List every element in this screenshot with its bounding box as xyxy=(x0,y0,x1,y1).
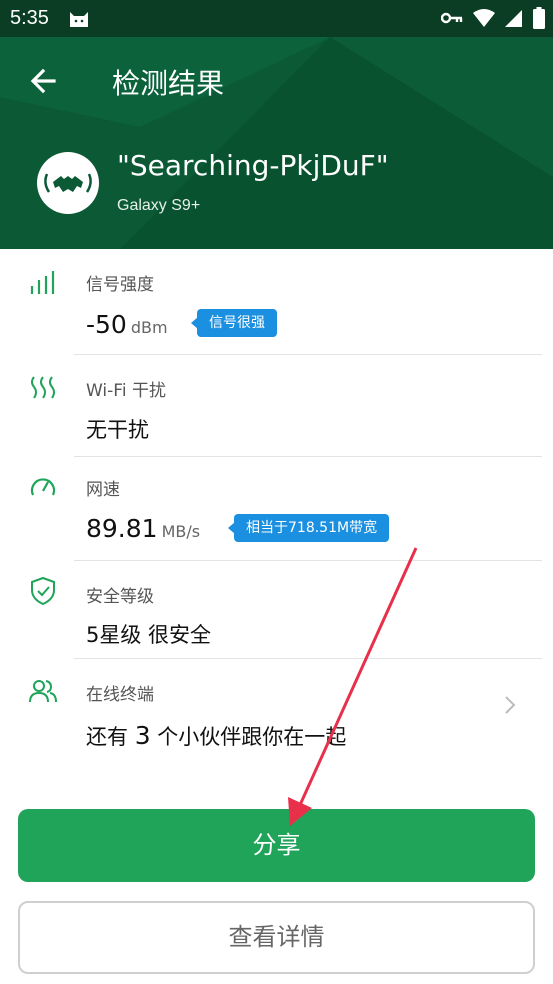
divider xyxy=(74,560,542,561)
view-details-button[interactable]: 查看详情 xyxy=(18,901,535,974)
chevron-right-icon[interactable] xyxy=(500,693,520,717)
wifi-icon xyxy=(473,9,495,27)
divider xyxy=(74,354,542,355)
device-name: Galaxy S9+ xyxy=(117,197,201,214)
speed-tag: 相当于718.51M带宽 xyxy=(227,514,390,542)
status-time: 5:35 xyxy=(10,7,49,29)
divider xyxy=(74,456,542,457)
cat-app-icon xyxy=(70,12,88,27)
share-button[interactable]: 分享 xyxy=(18,809,535,882)
signal-tag: 信号很强 xyxy=(191,309,277,337)
security-label: 安全等级 xyxy=(86,587,154,607)
divider xyxy=(74,658,542,659)
result-header: 检测结果 "Searching-PkjDuF" Galaxy S9+ xyxy=(0,37,553,249)
speedometer-icon xyxy=(30,478,56,496)
interference-value: 无干扰 xyxy=(86,418,149,442)
interference-waves-icon xyxy=(31,376,55,399)
router-avatar xyxy=(37,152,99,214)
page-title: 检测结果 xyxy=(112,67,225,100)
signal-unit: dBm xyxy=(130,318,168,337)
bat-logo-icon xyxy=(44,173,92,193)
network-ssid: "Searching-PkjDuF" xyxy=(117,149,389,182)
signal-label: 信号强度 xyxy=(86,275,154,295)
security-value: 5星级 很安全 xyxy=(86,623,212,647)
interference-label: Wi-Fi 干扰 xyxy=(86,381,166,401)
shield-check-icon xyxy=(31,576,55,606)
signal-value: -50 dBm xyxy=(86,310,168,339)
signal-bars-icon xyxy=(30,271,55,294)
devices-value: 还有 3 个小伙伴跟你在一起 xyxy=(86,721,346,751)
signal-number: -50 xyxy=(86,310,127,339)
speed-unit: MB/s xyxy=(161,522,201,541)
status-bar: 5:35 xyxy=(0,0,553,37)
cell-signal-icon xyxy=(505,10,522,27)
vpn-key-icon xyxy=(441,12,463,24)
back-arrow-icon[interactable] xyxy=(22,59,66,103)
devices-label: 在线终端 xyxy=(86,685,154,705)
speed-label: 网速 xyxy=(86,480,120,500)
speed-number: 89.81 xyxy=(86,514,158,543)
devices-count: 3 xyxy=(134,721,151,750)
status-icons xyxy=(441,7,545,29)
users-icon xyxy=(29,680,57,703)
speed-value: 89.81 MB/s xyxy=(86,514,200,543)
devices-suffix: 个小伙伴跟你在一起 xyxy=(150,725,347,749)
header-background-shapes xyxy=(0,37,553,249)
devices-prefix: 还有 xyxy=(86,725,135,749)
battery-icon xyxy=(533,7,545,29)
